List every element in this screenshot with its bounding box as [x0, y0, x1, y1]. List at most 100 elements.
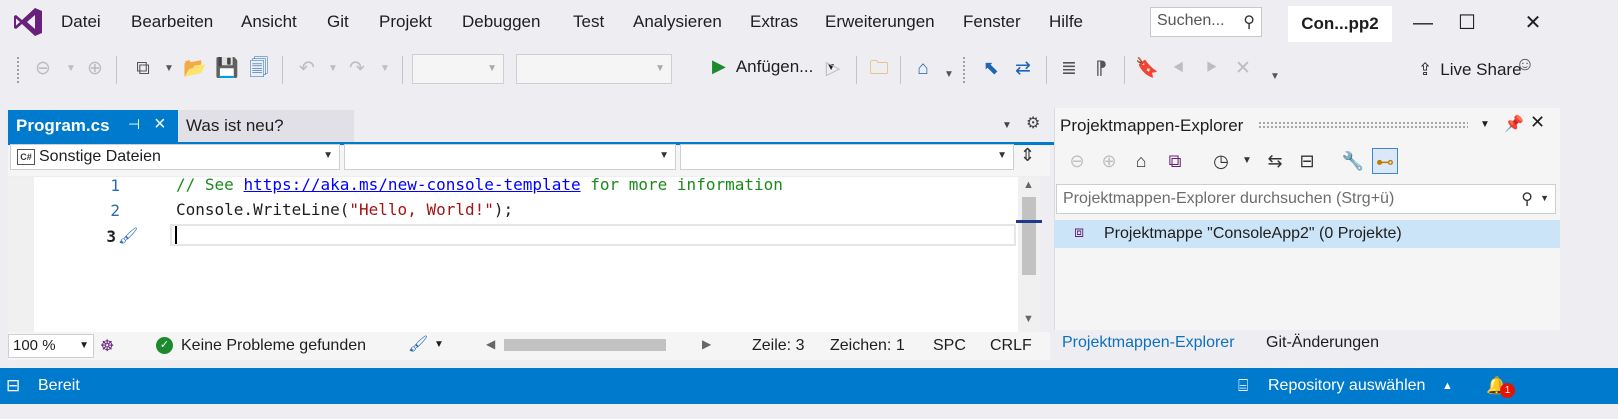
- solution-explorer-search-input[interactable]: Projektmappen-Explorer durchsuchen (Strg…: [1056, 184, 1556, 214]
- menu-bearbeiten[interactable]: Bearbeiten: [131, 12, 213, 32]
- whitespace-indicator[interactable]: SPC: [933, 337, 966, 355]
- chevron-down-icon[interactable]: ▼: [58, 56, 84, 82]
- open-folder-icon[interactable]: 📂: [182, 56, 208, 82]
- navigate-forward-icon[interactable]: ⊕: [82, 56, 108, 82]
- menu-extras[interactable]: Extras: [750, 12, 798, 32]
- chevron-down-icon[interactable]: ▼: [434, 339, 444, 350]
- solution-name-badge[interactable]: Con...pp2: [1288, 6, 1392, 42]
- live-share-button[interactable]: ⇪ Live Share: [1418, 60, 1522, 80]
- line-indicator[interactable]: Zeile: 3: [752, 337, 804, 355]
- close-icon[interactable]: ×: [154, 113, 166, 136]
- chevron-down-icon[interactable]: ▼: [1234, 148, 1260, 174]
- undo-icon[interactable]: ↶: [294, 56, 320, 82]
- zoom-combo[interactable]: 100 % ▼: [8, 334, 94, 358]
- solution-tree-item[interactable]: ⧈ Projektmappe "ConsoleApp2" (0 Projekte…: [1054, 220, 1560, 248]
- chevron-up-icon[interactable]: ▲: [1442, 380, 1453, 392]
- previous-bookmark-icon[interactable]: ⯇: [1166, 56, 1192, 82]
- comment-link[interactable]: https://aka.ms/new-console-template: [243, 175, 580, 194]
- menu-analysieren[interactable]: Analysieren: [633, 12, 722, 32]
- preview-selected-items-icon[interactable]: ⊷: [1372, 148, 1398, 174]
- menu-fenster[interactable]: Fenster: [963, 12, 1021, 32]
- save-icon[interactable]: 💾: [214, 56, 240, 82]
- visual-studio-logo-icon[interactable]: [12, 6, 44, 38]
- menu-ansicht[interactable]: Ansicht: [241, 12, 297, 32]
- configuration-combo[interactable]: ▼: [412, 54, 504, 84]
- scroll-up-icon[interactable]: ▲: [1023, 179, 1034, 191]
- tab-git-changes[interactable]: Git-Änderungen: [1266, 334, 1379, 352]
- menu-debuggen[interactable]: Debuggen: [462, 12, 540, 32]
- output-window-icon[interactable]: ⊟: [6, 376, 20, 396]
- back-icon[interactable]: ⊖: [1064, 148, 1090, 174]
- pin-icon[interactable]: 📌: [1504, 114, 1524, 134]
- attach-button[interactable]: ▶ Anfügen... ▼: [712, 56, 836, 84]
- code-cleanup-icon[interactable]: 🖌: [408, 334, 428, 354]
- platform-combo[interactable]: ▼: [516, 54, 672, 84]
- horizontal-scrollbar[interactable]: ◀ ▶: [486, 337, 714, 353]
- pin-icon[interactable]: ⊣: [128, 116, 140, 133]
- code-editor[interactable]: [8, 177, 1024, 332]
- menu-erweiterungen[interactable]: Erweiterungen: [825, 12, 935, 32]
- chevron-down-icon[interactable]: ▼: [372, 56, 398, 82]
- comment-lines-icon[interactable]: ≣: [1056, 56, 1082, 82]
- navigate-back-icon[interactable]: ⊖: [30, 56, 56, 82]
- collapse-all-icon[interactable]: ⊟: [1294, 148, 1320, 174]
- member-scope-combo[interactable]: ▼: [680, 144, 1014, 170]
- home-window-icon[interactable]: ⌂: [910, 56, 936, 82]
- problems-status[interactable]: Keine Probleme gefunden: [181, 337, 366, 355]
- menu-test[interactable]: Test: [573, 12, 604, 32]
- properties-wrench-icon[interactable]: 🔧: [1340, 148, 1366, 174]
- global-search-input[interactable]: Suchen... ⚲: [1150, 7, 1262, 37]
- intellicode-icon[interactable]: ☸: [100, 336, 114, 356]
- menu-datei[interactable]: Datei: [61, 12, 101, 32]
- char-indicator[interactable]: Zeichen: 1: [830, 337, 905, 355]
- code-cleanup-brush-icon[interactable]: 🖌: [118, 226, 138, 246]
- tab-program-cs[interactable]: Program.cs ⊣ ×: [8, 110, 178, 142]
- clear-bookmarks-icon[interactable]: ✕: [1230, 56, 1256, 82]
- home-icon[interactable]: ⌂: [1128, 148, 1154, 174]
- chevron-down-icon[interactable]: ▼: [1262, 64, 1288, 90]
- forward-icon[interactable]: ⊕: [1096, 148, 1122, 174]
- bookmark-icon[interactable]: 🔖: [1134, 56, 1160, 82]
- line-ending-indicator[interactable]: CRLF: [990, 337, 1032, 355]
- scrollbar-thumb[interactable]: [1022, 197, 1036, 275]
- chevron-down-icon[interactable]: ▼: [156, 56, 182, 82]
- tab-list-dropdown-icon[interactable]: ▼: [1002, 120, 1012, 131]
- tab-whats-new[interactable]: Was ist neu?: [178, 110, 354, 142]
- split-window-icon[interactable]: ⇕: [1020, 145, 1035, 166]
- minimize-icon[interactable]: —: [1408, 8, 1438, 38]
- uncomment-lines-icon[interactable]: ⁋: [1088, 56, 1114, 82]
- scroll-left-icon[interactable]: ◀: [486, 337, 495, 351]
- select-repository-button[interactable]: Repository auswählen: [1268, 377, 1425, 395]
- toolbar-grip[interactable]: [962, 56, 966, 84]
- start-without-debugging-icon[interactable]: ▷: [820, 56, 846, 82]
- chevron-down-icon[interactable]: ▼: [936, 62, 962, 88]
- tab-solution-explorer[interactable]: Projektmappen-Explorer: [1062, 334, 1235, 352]
- close-window-icon[interactable]: ✕: [1518, 8, 1548, 38]
- new-project-icon[interactable]: ⧉: [130, 56, 156, 82]
- pending-changes-filter-icon[interactable]: ◷: [1208, 148, 1234, 174]
- next-bookmark-icon[interactable]: ⯈: [1198, 56, 1224, 82]
- save-all-icon[interactable]: 🗐: [246, 56, 272, 82]
- menu-projekt[interactable]: Projekt: [379, 12, 432, 32]
- sync-icon[interactable]: ⇆: [1262, 148, 1288, 174]
- scroll-right-icon[interactable]: ▶: [702, 337, 711, 351]
- scrollbar-thumb[interactable]: [504, 339, 666, 351]
- close-icon[interactable]: ✕: [1530, 112, 1545, 133]
- scroll-down-icon[interactable]: ▼: [1023, 313, 1034, 325]
- project-scope-combo[interactable]: C# Sonstige Dateien ▼: [10, 144, 340, 170]
- track-focus-icon[interactable]: ⇄: [1010, 56, 1036, 82]
- gear-icon[interactable]: ⚙: [1026, 113, 1040, 133]
- feedback-icon[interactable]: ☺: [1512, 52, 1538, 78]
- find-in-files-icon[interactable]: 🗀: [866, 56, 892, 82]
- chevron-down-icon[interactable]: ▼: [1540, 193, 1549, 203]
- type-scope-combo[interactable]: ▼: [344, 144, 676, 170]
- select-element-icon[interactable]: ⬉: [978, 56, 1004, 82]
- redo-icon[interactable]: ↷: [344, 56, 370, 82]
- chevron-down-icon[interactable]: ▼: [1480, 119, 1490, 130]
- toolbar-grip[interactable]: [16, 56, 20, 84]
- maximize-icon[interactable]: ☐: [1452, 8, 1482, 38]
- menu-git[interactable]: Git: [327, 12, 349, 32]
- vertical-scrollbar[interactable]: ▲ ▼: [1018, 177, 1040, 332]
- pane-grip[interactable]: [1258, 121, 1468, 129]
- chevron-down-icon[interactable]: ▼: [320, 56, 346, 82]
